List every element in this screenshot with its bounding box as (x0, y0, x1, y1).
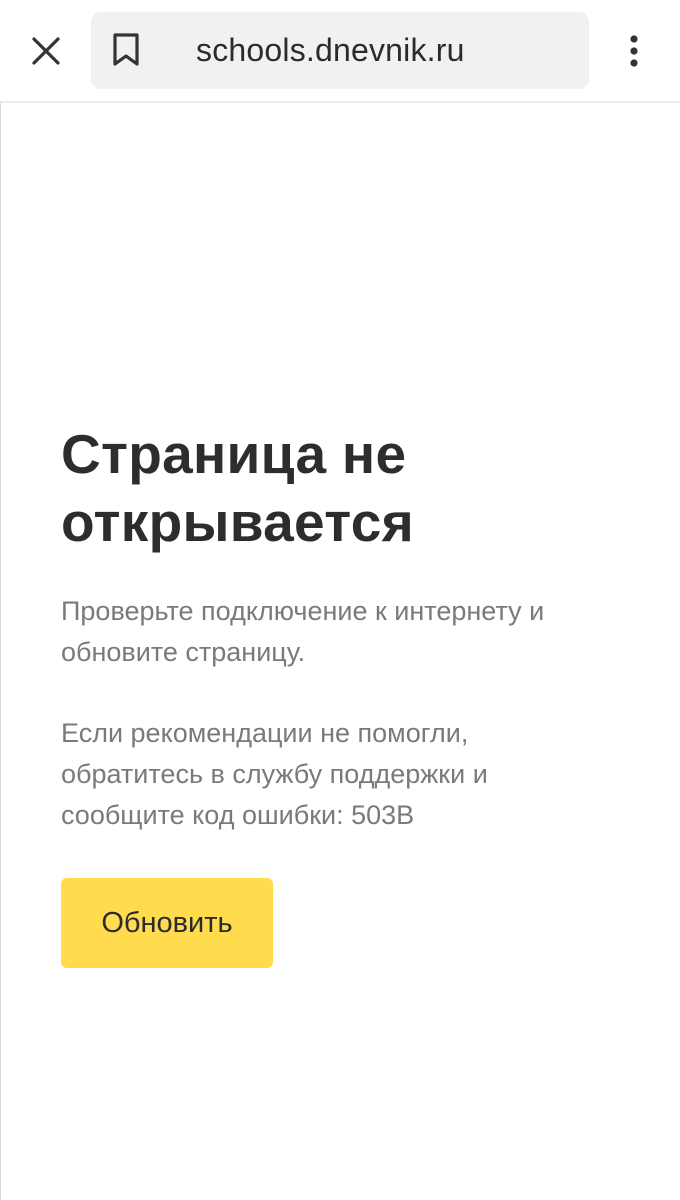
support-line: обратитесь в службу поддержки и (61, 759, 488, 789)
page-title: Страница не открывается (61, 420, 641, 556)
error-content: Страница не открывается Проверьте подклю… (61, 420, 641, 968)
hint-line: Проверьте подключение к интернету и (61, 596, 545, 626)
hint-line: обновите страницу. (61, 637, 306, 667)
close-button[interactable] (22, 27, 70, 75)
title-line: Страница не (61, 423, 407, 485)
bookmark-button[interactable] (105, 26, 147, 74)
connection-hint: Проверьте подключение к интернету и обно… (61, 591, 641, 673)
more-vertical-icon (630, 35, 638, 67)
error-code-line: сообщите код ошибки: 503B (61, 800, 415, 830)
page-edge (0, 103, 1, 1200)
title-line: открывается (61, 491, 414, 553)
support-hint: Если рекомендации не помогли, обратитесь… (61, 713, 641, 836)
browser-toolbar: schools.dnevnik.ru (0, 0, 680, 103)
menu-button[interactable] (612, 27, 656, 75)
support-line: Если рекомендации не помогли, (61, 718, 469, 748)
refresh-button[interactable]: Обновить (61, 878, 273, 968)
bookmark-icon (113, 33, 139, 66)
url-text[interactable]: schools.dnevnik.ru (196, 12, 465, 89)
close-icon (32, 37, 60, 65)
address-bar[interactable]: schools.dnevnik.ru (91, 12, 589, 89)
